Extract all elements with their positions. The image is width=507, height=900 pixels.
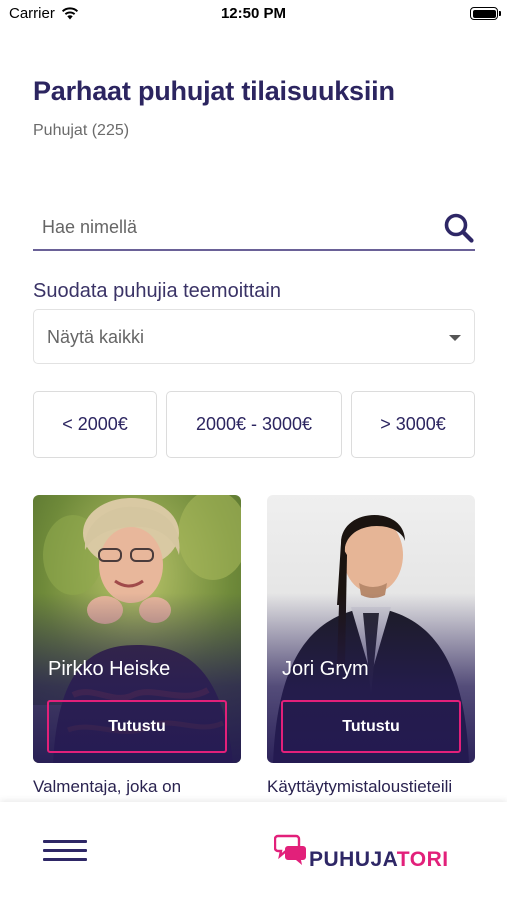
hamburger-menu-icon[interactable]: [43, 839, 88, 863]
speaker-card[interactable]: Jori Grym Tutustu: [267, 495, 475, 763]
speaker-card[interactable]: Pirkko Heiske Tutustu: [33, 495, 241, 763]
theme-select-value: Näytä kaikki: [47, 327, 145, 347]
bottom-bar: PUHUJATORI: [0, 802, 507, 900]
tutustu-button[interactable]: Tutustu: [47, 700, 227, 753]
chevron-down-icon: [449, 335, 461, 341]
speech-bubble-icon: [274, 834, 306, 865]
speaker-name: Pirkko Heiske: [48, 658, 171, 680]
speaker-description: Valmentaja, joka on: [33, 777, 182, 796]
battery-icon: [470, 7, 501, 20]
theme-select[interactable]: Näytä kaikki: [33, 309, 475, 364]
logo-text: PUHUJATORI: [309, 848, 449, 871]
filter-label: Suodata puhujia teemoittain: [33, 280, 281, 302]
speaker-count: Puhujat (225): [33, 122, 130, 139]
search-bar: [33, 206, 475, 251]
price-filter-over-3000-button[interactable]: > 3000€: [351, 391, 475, 458]
speaker-description: Käyttäytymistaloustieteili: [267, 777, 453, 796]
tutustu-button[interactable]: Tutustu: [281, 700, 461, 753]
status-time: 12:50 PM: [220, 5, 287, 22]
search-input[interactable]: [33, 206, 433, 249]
price-filter-2000-3000-button[interactable]: 2000€ - 3000€: [166, 391, 342, 458]
status-bar: Carrier 12:50 PM: [0, 0, 507, 28]
page-title: Parhaat puhujat tilaisuuksiin: [33, 76, 395, 106]
price-filter-under-2000-button[interactable]: < 2000€: [33, 391, 157, 458]
search-icon[interactable]: [443, 212, 475, 244]
speaker-name: Jori Grym: [282, 658, 369, 680]
puhujatori-logo: PUHUJATORI: [274, 828, 474, 874]
